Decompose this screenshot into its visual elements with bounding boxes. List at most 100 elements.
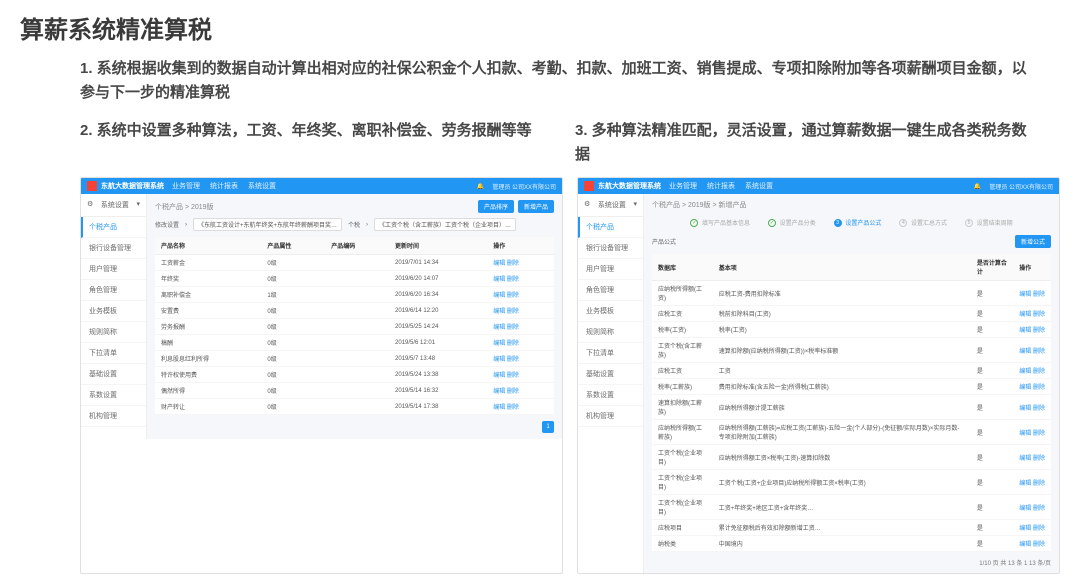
row-actions[interactable]: 编辑 删除 — [487, 287, 554, 303]
add-formula-button[interactable]: 新增公式 — [1015, 235, 1051, 248]
row-actions[interactable]: 编辑 删除 — [1013, 322, 1051, 338]
table-row: 安置费0级2019/6/14 12:20编辑 删除 — [155, 303, 554, 319]
sidebar-item[interactable]: 用户管理 — [578, 259, 643, 280]
nav-item[interactable]: 业务管理 — [669, 181, 697, 191]
row-actions[interactable]: 编辑 删除 — [1013, 470, 1051, 495]
nav-item[interactable]: 系统设置 — [745, 181, 773, 191]
sidebar-item[interactable]: 个税产品 — [81, 217, 146, 238]
sidebar-item[interactable]: 业务模板 — [578, 301, 643, 322]
table-row: 特许权使用费0级2019/5/24 13:38编辑 删除 — [155, 367, 554, 383]
filter-input-1[interactable]: 《东航工资设计+东航年终奖+东航年终薪酬项目奖… — [193, 218, 342, 231]
row-actions[interactable]: 编辑 删除 — [487, 383, 554, 399]
nav-item[interactable]: 统计报表 — [707, 181, 735, 191]
sidebar-item[interactable]: 下拉清单 — [578, 343, 643, 364]
bell-icon[interactable]: 🔔 — [477, 183, 484, 190]
row-actions[interactable]: 编辑 删除 — [487, 271, 554, 287]
row-actions[interactable]: 编辑 删除 — [1013, 363, 1051, 379]
row-actions[interactable]: 编辑 删除 — [1013, 338, 1051, 363]
brand: 东航大数据管理系统 — [101, 181, 164, 191]
table-row: 工资个税(含工薪族)速算扣除额(应纳税所得额(工资))×税率标准额是编辑 删除 — [652, 338, 1051, 363]
step[interactable]: ✓ 设置产品分类 — [768, 218, 816, 227]
row-actions[interactable]: 编辑 删除 — [1013, 495, 1051, 520]
screenshot-left: 东航大数据管理系统 业务管理 统计报表 系统设置 🔔 管理员 公司XX有限公司 … — [80, 177, 563, 574]
sidebar-header: ⚙ 系统设置 ▾ — [81, 194, 146, 217]
bell-icon[interactable]: 🔔 — [974, 183, 981, 190]
user-area[interactable]: 🔔 管理员 公司XX有限公司 — [974, 182, 1053, 191]
product-sort-button[interactable]: 产品排序 — [478, 200, 514, 213]
row-actions[interactable]: 编辑 删除 — [1013, 420, 1051, 445]
filter-bar: 修改设置 › 《东航工资设计+东航年终奖+东航年终薪酬项目奖… 个税 › 《工资… — [155, 218, 554, 231]
table-row: 应纳税所得额(工资)应税工资-费用扣除标准是编辑 删除 — [652, 281, 1051, 306]
step[interactable]: ✓ 填写产品基本信息 — [690, 218, 750, 227]
sidebar-item[interactable]: 银行设备管理 — [81, 238, 146, 259]
topbar: 东航大数据管理系统 业务管理 统计报表 系统设置 🔔 管理员 公司XX有限公司 — [578, 178, 1059, 194]
sidebar-item[interactable]: 下拉清单 — [81, 343, 146, 364]
row-actions[interactable]: 编辑 删除 — [487, 255, 554, 271]
sidebar-item[interactable]: 规则简称 — [578, 322, 643, 343]
row-actions[interactable]: 编辑 删除 — [1013, 395, 1051, 420]
desc-3: 3. 多种算法精准匹配，灵活设置，通过算薪数据一键生成各类税务数据 — [575, 119, 1040, 167]
sidebar-item[interactable]: 规则简称 — [81, 322, 146, 343]
row-actions[interactable]: 编辑 删除 — [1013, 281, 1051, 306]
row-actions[interactable]: 编辑 删除 — [1013, 445, 1051, 470]
table-row: 利息股息红利所得0级2019/5/7 13:48编辑 删除 — [155, 351, 554, 367]
sidebar-item[interactable]: 角色管理 — [578, 280, 643, 301]
section-title: 产品公式 — [652, 237, 676, 246]
sidebar-item[interactable]: 机构管理 — [81, 406, 146, 427]
table-row: 纳税类中国境内是编辑 删除 — [652, 536, 1051, 552]
breadcrumb: 个税产品 > 2019版 > 新增产品 — [652, 200, 1051, 210]
row-actions[interactable]: 编辑 删除 — [487, 351, 554, 367]
sidebar-item[interactable]: 业务模板 — [81, 301, 146, 322]
sidebar-item[interactable]: 机构管理 — [578, 406, 643, 427]
breadcrumb: 个税产品 > 2019版 产品排序 新增产品 — [155, 200, 554, 213]
table-row: 工资个税(企业项目)应纳税所得额工资×税率(工资)-速算扣除数是编辑 删除 — [652, 445, 1051, 470]
table-row: 偶然所得0级2019/5/14 16:32编辑 删除 — [155, 383, 554, 399]
gear-icon: ⚙ — [584, 200, 590, 210]
row-actions[interactable]: 编辑 删除 — [487, 319, 554, 335]
step[interactable]: 5 设置结束周期 — [965, 218, 1013, 227]
row-actions[interactable]: 编辑 删除 — [487, 399, 554, 415]
step[interactable]: 4 设置汇总方式 — [899, 218, 947, 227]
chevron-down-icon[interactable]: ▾ — [633, 200, 637, 210]
table-row: 税率(工资)税率(工资)是编辑 删除 — [652, 322, 1051, 338]
table-row: 工资薪金0级2019/7/01 14:34编辑 删除 — [155, 255, 554, 271]
user-area[interactable]: 🔔 管理员 公司XX有限公司 — [477, 182, 556, 191]
row-actions[interactable]: 编辑 删除 — [1013, 536, 1051, 552]
row-actions[interactable]: 编辑 删除 — [487, 367, 554, 383]
table-row: 年终奖0级2019/6/20 14:07编辑 删除 — [155, 271, 554, 287]
sidebar-item[interactable]: 基础设置 — [81, 364, 146, 385]
row-actions[interactable]: 编辑 删除 — [487, 303, 554, 319]
sidebar-item[interactable]: 系数设置 — [578, 385, 643, 406]
desc-1: 1. 系统根据收集到的数据自动计算出相对应的社保公积金个人扣款、考勤、扣款、加班… — [80, 57, 1030, 105]
formula-table: 数据库基本项是否计算合计操作 应纳税所得额(工资)应税工资-费用扣除标准是编辑 … — [652, 254, 1051, 552]
main-panel: 个税产品 > 2019版 产品排序 新增产品 修改设置 › 《东航工资设计+东航… — [147, 194, 562, 439]
sidebar-item[interactable]: 基础设置 — [578, 364, 643, 385]
sidebar-item[interactable]: 个税产品 — [578, 217, 643, 238]
pager[interactable]: 1/10 页 共 13 条 1 13 条/页 — [652, 558, 1051, 567]
sidebar-item[interactable]: 系数设置 — [81, 385, 146, 406]
table-row: 应税工资工资是编辑 删除 — [652, 363, 1051, 379]
chevron-right-icon: › — [366, 222, 368, 228]
chevron-down-icon[interactable]: ▾ — [136, 200, 140, 210]
chevron-right-icon: › — [185, 222, 187, 228]
sidebar-item[interactable]: 用户管理 — [81, 259, 146, 280]
sidebar-item[interactable]: 角色管理 — [81, 280, 146, 301]
sidebar: ⚙ 系统设置 ▾ 个税产品银行设备管理用户管理角色管理业务模板规则简称下拉清单基… — [81, 194, 147, 439]
brand: 东航大数据管理系统 — [598, 181, 661, 191]
sidebar-item[interactable]: 银行设备管理 — [578, 238, 643, 259]
table-row: 应纳税所得额(工薪族)应纳税所得额(工薪族)=应税工资(工薪族)-五险一金(个人… — [652, 420, 1051, 445]
filter-input-2[interactable]: 《工资个税（含工薪族）工资个税（企业项目）… — [374, 218, 516, 231]
add-product-button[interactable]: 新增产品 — [518, 200, 554, 213]
row-actions[interactable]: 编辑 删除 — [487, 335, 554, 351]
nav-item[interactable]: 系统设置 — [248, 181, 276, 191]
pager[interactable]: 1 — [155, 421, 554, 433]
table-row: 财产转让0级2019/5/14 17:38编辑 删除 — [155, 399, 554, 415]
nav-item[interactable]: 业务管理 — [172, 181, 200, 191]
slide-title: 算薪系统精准算税 — [20, 10, 1060, 45]
row-actions[interactable]: 编辑 删除 — [1013, 379, 1051, 395]
main-panel: 个税产品 > 2019版 > 新增产品 ✓ 填写产品基本信息 ✓ 设置产品分类 3 … — [644, 194, 1059, 573]
desc-2: 2. 系统中设置多种算法，工资、年终奖、离职补偿金、劳务报酬等等 — [80, 119, 545, 167]
step[interactable]: 3 设置产品公式 — [834, 218, 882, 227]
nav-item[interactable]: 统计报表 — [210, 181, 238, 191]
row-actions[interactable]: 编辑 删除 — [1013, 306, 1051, 322]
